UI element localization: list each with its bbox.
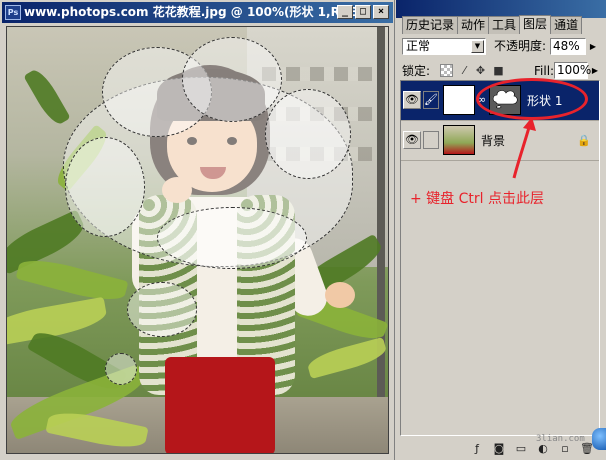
brush-icon: 🖌 (423, 91, 439, 109)
opacity-input[interactable]: 48% (550, 38, 586, 55)
child-pants (165, 357, 275, 453)
tab-layers[interactable]: 图层 (519, 15, 552, 34)
tab-actions[interactable]: 动作 (457, 16, 490, 34)
photoshop-icon: Ps (5, 5, 21, 20)
minimize-button[interactable]: _ (337, 5, 353, 19)
chevron-down-icon[interactable]: ▼ (471, 40, 484, 53)
lock-transparency-icon[interactable] (440, 64, 453, 77)
layer-background[interactable]: 👁 背景 🔒 (401, 121, 599, 161)
layer-name: 背景 (481, 134, 506, 148)
blend-opacity-row: 正常 ▼ 不透明度: 48% ▶ (402, 38, 602, 56)
fill-arrow-icon[interactable]: ▶ (590, 63, 600, 78)
tiny-cloud-selection[interactable] (105, 353, 137, 385)
opacity-label: 不透明度: (494, 39, 547, 53)
tab-history[interactable]: 历史记录 (402, 16, 459, 34)
window-controls: _ □ × (337, 5, 389, 19)
annotation-text: + 键盘 Ctrl 点击此层 (410, 191, 544, 207)
layer-style-icon[interactable]: ƒ (470, 442, 484, 456)
tab-channels[interactable]: 通道 (550, 16, 583, 34)
link-icon: ∞ (477, 93, 487, 106)
add-mask-icon[interactable]: ◙ (492, 442, 506, 456)
panel-tabs: 历史记录 动作 工具 图层 通道 (402, 15, 583, 34)
lock-icon: 🔒 (577, 134, 591, 147)
layers-list: 👁 🖌 ∞ 形状 1 👁 背景 🔒 (400, 80, 600, 436)
child-hand (325, 282, 355, 308)
fill-label: Fill: (534, 64, 555, 78)
layer-name: 形状 1 (527, 94, 563, 108)
image-canvas[interactable] (6, 26, 389, 454)
lock-position-move-icon[interactable]: ✥ (474, 64, 487, 77)
new-layer-icon[interactable]: ▫ (558, 442, 572, 456)
brush-slot (423, 131, 439, 149)
photoshop-screen: Ps www.photops.com 花花教程.jpg @ 100%(形状 1,… (0, 0, 606, 460)
fill-input[interactable]: 100% (554, 62, 591, 79)
layers-panel: 历史记录 动作 工具 图层 通道 正常 ▼ 不透明度: 48% ▶ 锁定: ⁄ … (396, 0, 606, 460)
layer-shape-1[interactable]: 👁 🖌 ∞ 形状 1 (401, 81, 599, 121)
document-titlebar[interactable]: Ps www.photops.com 花花教程.jpg @ 100%(形状 1,… (2, 2, 393, 23)
globe-logo-icon (592, 428, 606, 450)
cloud-selection-bump (182, 37, 282, 122)
cloud-shape-icon (492, 90, 518, 109)
lock-fill-row: 锁定: ⁄ ✥ ■ Fill: 100% ▶ (402, 62, 602, 80)
maximize-button[interactable]: □ (355, 5, 371, 19)
lock-pixels-brush-icon[interactable]: ⁄ (458, 64, 471, 77)
adjustment-layer-icon[interactable]: ◐ (536, 442, 550, 456)
cloud-selection-bump (157, 207, 307, 269)
cloud-selection-bump (65, 137, 145, 237)
blend-mode-select[interactable]: 正常 ▼ (402, 38, 486, 55)
watermark: 3lian.com (536, 434, 585, 444)
close-button[interactable]: × (373, 5, 389, 19)
background-thumbnail (443, 125, 475, 155)
cloud-selection-bump (265, 89, 351, 179)
opacity-arrow-icon[interactable]: ▶ (588, 39, 598, 54)
tab-tools[interactable]: 工具 (488, 16, 521, 34)
document-title: www.photops.com 花花教程.jpg @ 100%(形状 1,RGB… (24, 5, 365, 19)
document-window: Ps www.photops.com 花花教程.jpg @ 100%(形状 1,… (0, 0, 395, 460)
layer-fill-thumbnail (443, 85, 475, 115)
eye-icon[interactable]: 👁 (403, 91, 421, 109)
lock-label: 锁定: (402, 64, 431, 78)
layer-mask-thumbnail (489, 85, 521, 115)
new-group-icon[interactable]: ▭ (514, 442, 528, 456)
small-cloud-selection[interactable] (127, 282, 197, 337)
eye-icon[interactable]: 👁 (403, 131, 421, 149)
blend-mode-value: 正常 (406, 39, 431, 53)
lock-all-icon[interactable]: ■ (492, 64, 505, 77)
